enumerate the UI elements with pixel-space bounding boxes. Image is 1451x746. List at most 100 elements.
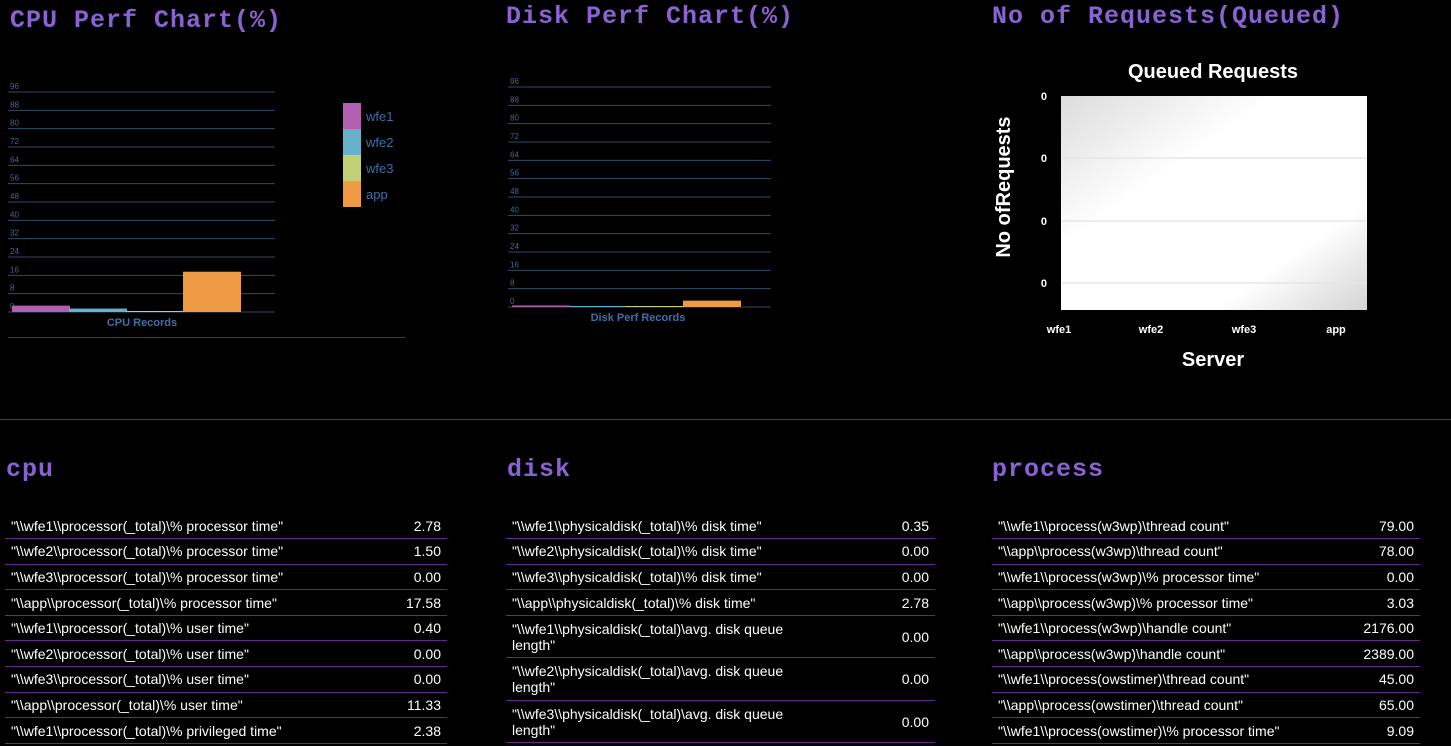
table-row: "\\wfe3\\physicaldisk(_total)\% disk tim… [506, 564, 935, 591]
y-tick-label: 48 [10, 192, 19, 201]
metric-value: 0.00 [337, 564, 447, 591]
y-tick-label: 24 [10, 247, 19, 256]
metric-value: 2.78 [823, 589, 935, 616]
metric-name: "\\app\\processor(_total)\% user time" [5, 692, 337, 719]
table-row: "\\app\\process(w3wp)\handle count" 2389.… [992, 640, 1420, 668]
metric-value: 0.00 [337, 666, 447, 693]
table-row: "\\app\\process(w3wp)\thread count" 78.00 [992, 538, 1420, 565]
metric-name: "\\wfe3\\processor(_total)\% user time" [5, 666, 337, 693]
x-tick-label: wfe1 [1046, 324, 1071, 336]
table-row: "\\wfe1\\process(w3wp)\handle count" 2176… [992, 615, 1420, 642]
metric-value: 0.00 [823, 700, 935, 744]
y-tick-label: 0 [1041, 278, 1047, 290]
y-tick-label: 88 [510, 95, 519, 104]
queued-requests-chart: Queued Requests 0 0 0 0 wfe1 wfe2 wfe3 app Server… [993, 61, 1367, 371]
cpu-perf-chart: 081624324048566472808896CPU Records [8, 82, 275, 329]
bar-wfe3 [126, 311, 184, 312]
metric-value: 79.00 [1309, 513, 1420, 540]
metric-value: 0.00 [823, 657, 935, 701]
disk-chart-heading: Disk Perf Chart(%) [506, 2, 795, 31]
legend-swatch-wfe3 [343, 155, 361, 181]
metric-name: "\\app\\physicaldisk(_total)\% disk time… [506, 589, 823, 616]
table-row: "\\wfe2\\physicaldisk(_total)\% disk tim… [506, 538, 935, 565]
cpu-chart-heading: CPU Perf Chart(%) [10, 6, 283, 35]
disk-perf-chart: 0 8 16 24 32 40 48 56 64 72 80 88 96 Disk Perf Record… [508, 77, 771, 324]
table-row: "\\wfe3\\physicaldisk(_total)\avg. disk … [506, 700, 935, 744]
table-row: "\\app\\process(w3wp)\% processor time" 3… [992, 589, 1420, 616]
chart-title: Queued Requests [1128, 61, 1298, 83]
y-tick-label: 40 [510, 205, 519, 214]
metric-value: 0.00 [337, 640, 447, 668]
metric-value: 0.00 [1309, 564, 1420, 591]
metric-name: "\\app\\process(owstimer)\thread count" [992, 692, 1309, 719]
process-section-heading: process [992, 455, 1105, 484]
metric-name: "\\app\\processor(_total)\% processor ti… [5, 589, 337, 616]
bar-wfe2 [569, 306, 627, 307]
table-row: "\\app\\processor(_total)\% user time" 11… [5, 692, 447, 719]
metric-value: 2.78 [337, 513, 447, 540]
bar-wfe1 [12, 305, 70, 312]
table-row: "\\wfe1\\processor(_total)\% privileged … [5, 717, 447, 744]
y-tick-label: 72 [510, 132, 519, 141]
bar-app [683, 300, 741, 307]
cpu-section-heading: cpu [6, 455, 55, 484]
y-tick-label: 72 [10, 137, 19, 146]
table-row: "\\wfe1\\physicaldisk(_total)\avg. disk … [506, 615, 935, 659]
disk-section-heading: disk [507, 455, 572, 484]
metric-name: "\\app\\process(w3wp)\% processor time" [992, 589, 1309, 616]
table-row: "\\wfe1\\process(w3wp)\% processor time"… [992, 564, 1420, 591]
y-tick-label: 24 [510, 242, 519, 251]
y-tick-label: 56 [510, 169, 519, 178]
metric-value: 1.50 [337, 538, 447, 565]
metric-name: "\\wfe1\\process(owstimer)\thread count" [992, 666, 1309, 693]
legend-swatch-wfe1 [343, 103, 361, 129]
y-axis-label: No ofRequests [993, 116, 1015, 257]
table-row: "\\wfe1\\process(owstimer)\% processor t… [992, 717, 1420, 744]
metric-value: 2.38 [337, 717, 447, 744]
cpu-chart-underline [8, 337, 405, 338]
legend-label: wfe1 [366, 109, 394, 124]
metric-value: 2176.00 [1309, 615, 1420, 642]
bar-wfe2 [69, 308, 127, 312]
y-tick-label: 88 [10, 100, 19, 109]
y-tick-label: 16 [10, 265, 19, 274]
legend-swatch-wfe2 [343, 129, 361, 155]
y-tick-label: 32 [10, 229, 19, 238]
metric-name: "\\wfe1\\processor(_total)\% privileged … [5, 717, 337, 744]
x-axis-label: Disk Perf Records [591, 312, 686, 324]
table-row: "\\wfe3\\processor(_total)\% processor t… [5, 564, 447, 591]
table-row: "\\wfe2\\processor(_total)\% user time" 0… [5, 640, 447, 668]
metric-name: "\\wfe1\\processor(_total)\% user time" [5, 615, 337, 642]
metric-name: "\\wfe1\\physicaldisk(_total)\avg. disk … [506, 615, 823, 659]
y-tick-label: 8 [510, 279, 515, 288]
x-tick-label: app [1326, 324, 1346, 336]
metric-name: "\\wfe2\\processor(_total)\% user time" [5, 640, 337, 668]
metric-name: "\\wfe2\\physicaldisk(_total)\% disk tim… [506, 538, 823, 565]
bar-app [183, 271, 241, 312]
y-tick-label: 32 [510, 224, 519, 233]
metric-value: 17.58 [337, 589, 447, 616]
metric-name: "\\wfe1\\process(w3wp)\% processor time" [992, 564, 1309, 591]
metric-value: 0.00 [823, 564, 935, 591]
y-tick-label: 80 [510, 114, 519, 123]
metric-name: "\\wfe1\\process(w3wp)\thread count" [992, 513, 1309, 540]
table-row: "\\wfe1\\process(owstimer)\thread count"… [992, 666, 1420, 693]
legend-swatch-app [343, 181, 361, 207]
metric-name: "\\app\\process(w3wp)\thread count" [992, 538, 1309, 565]
y-tick-label: 56 [10, 174, 19, 183]
metric-value: 0.00 [823, 615, 935, 659]
table-row: "\\wfe1\\processor(_total)\% processor t… [5, 513, 447, 540]
table-row: "\\wfe3\\processor(_total)\% user time" 0… [5, 666, 447, 693]
y-tick-label: 64 [510, 150, 519, 159]
metric-name: "\\wfe1\\processor(_total)\% processor t… [5, 513, 337, 540]
y-tick-label: 96 [510, 77, 519, 86]
table-row: "\\wfe1\\process(w3wp)\thread count" 79.0… [992, 513, 1420, 540]
table-row: "\\wfe2\\physicaldisk(_total)\avg. disk … [506, 657, 935, 701]
table-row: "\\app\\processor(_total)\% processor ti… [5, 589, 447, 616]
table-row: "\\app\\physicaldisk(_total)\% disk time… [506, 589, 935, 616]
metric-value: 3.03 [1309, 589, 1420, 616]
metric-name: "\\wfe1\\physicaldisk(_total)\% disk tim… [506, 513, 823, 540]
disk-table: "\\wfe1\\physicaldisk(_total)\% disk tim… [506, 513, 935, 744]
metric-value: 9.09 [1309, 717, 1420, 744]
process-table: "\\wfe1\\process(w3wp)\thread count" 79.0… [992, 513, 1420, 744]
